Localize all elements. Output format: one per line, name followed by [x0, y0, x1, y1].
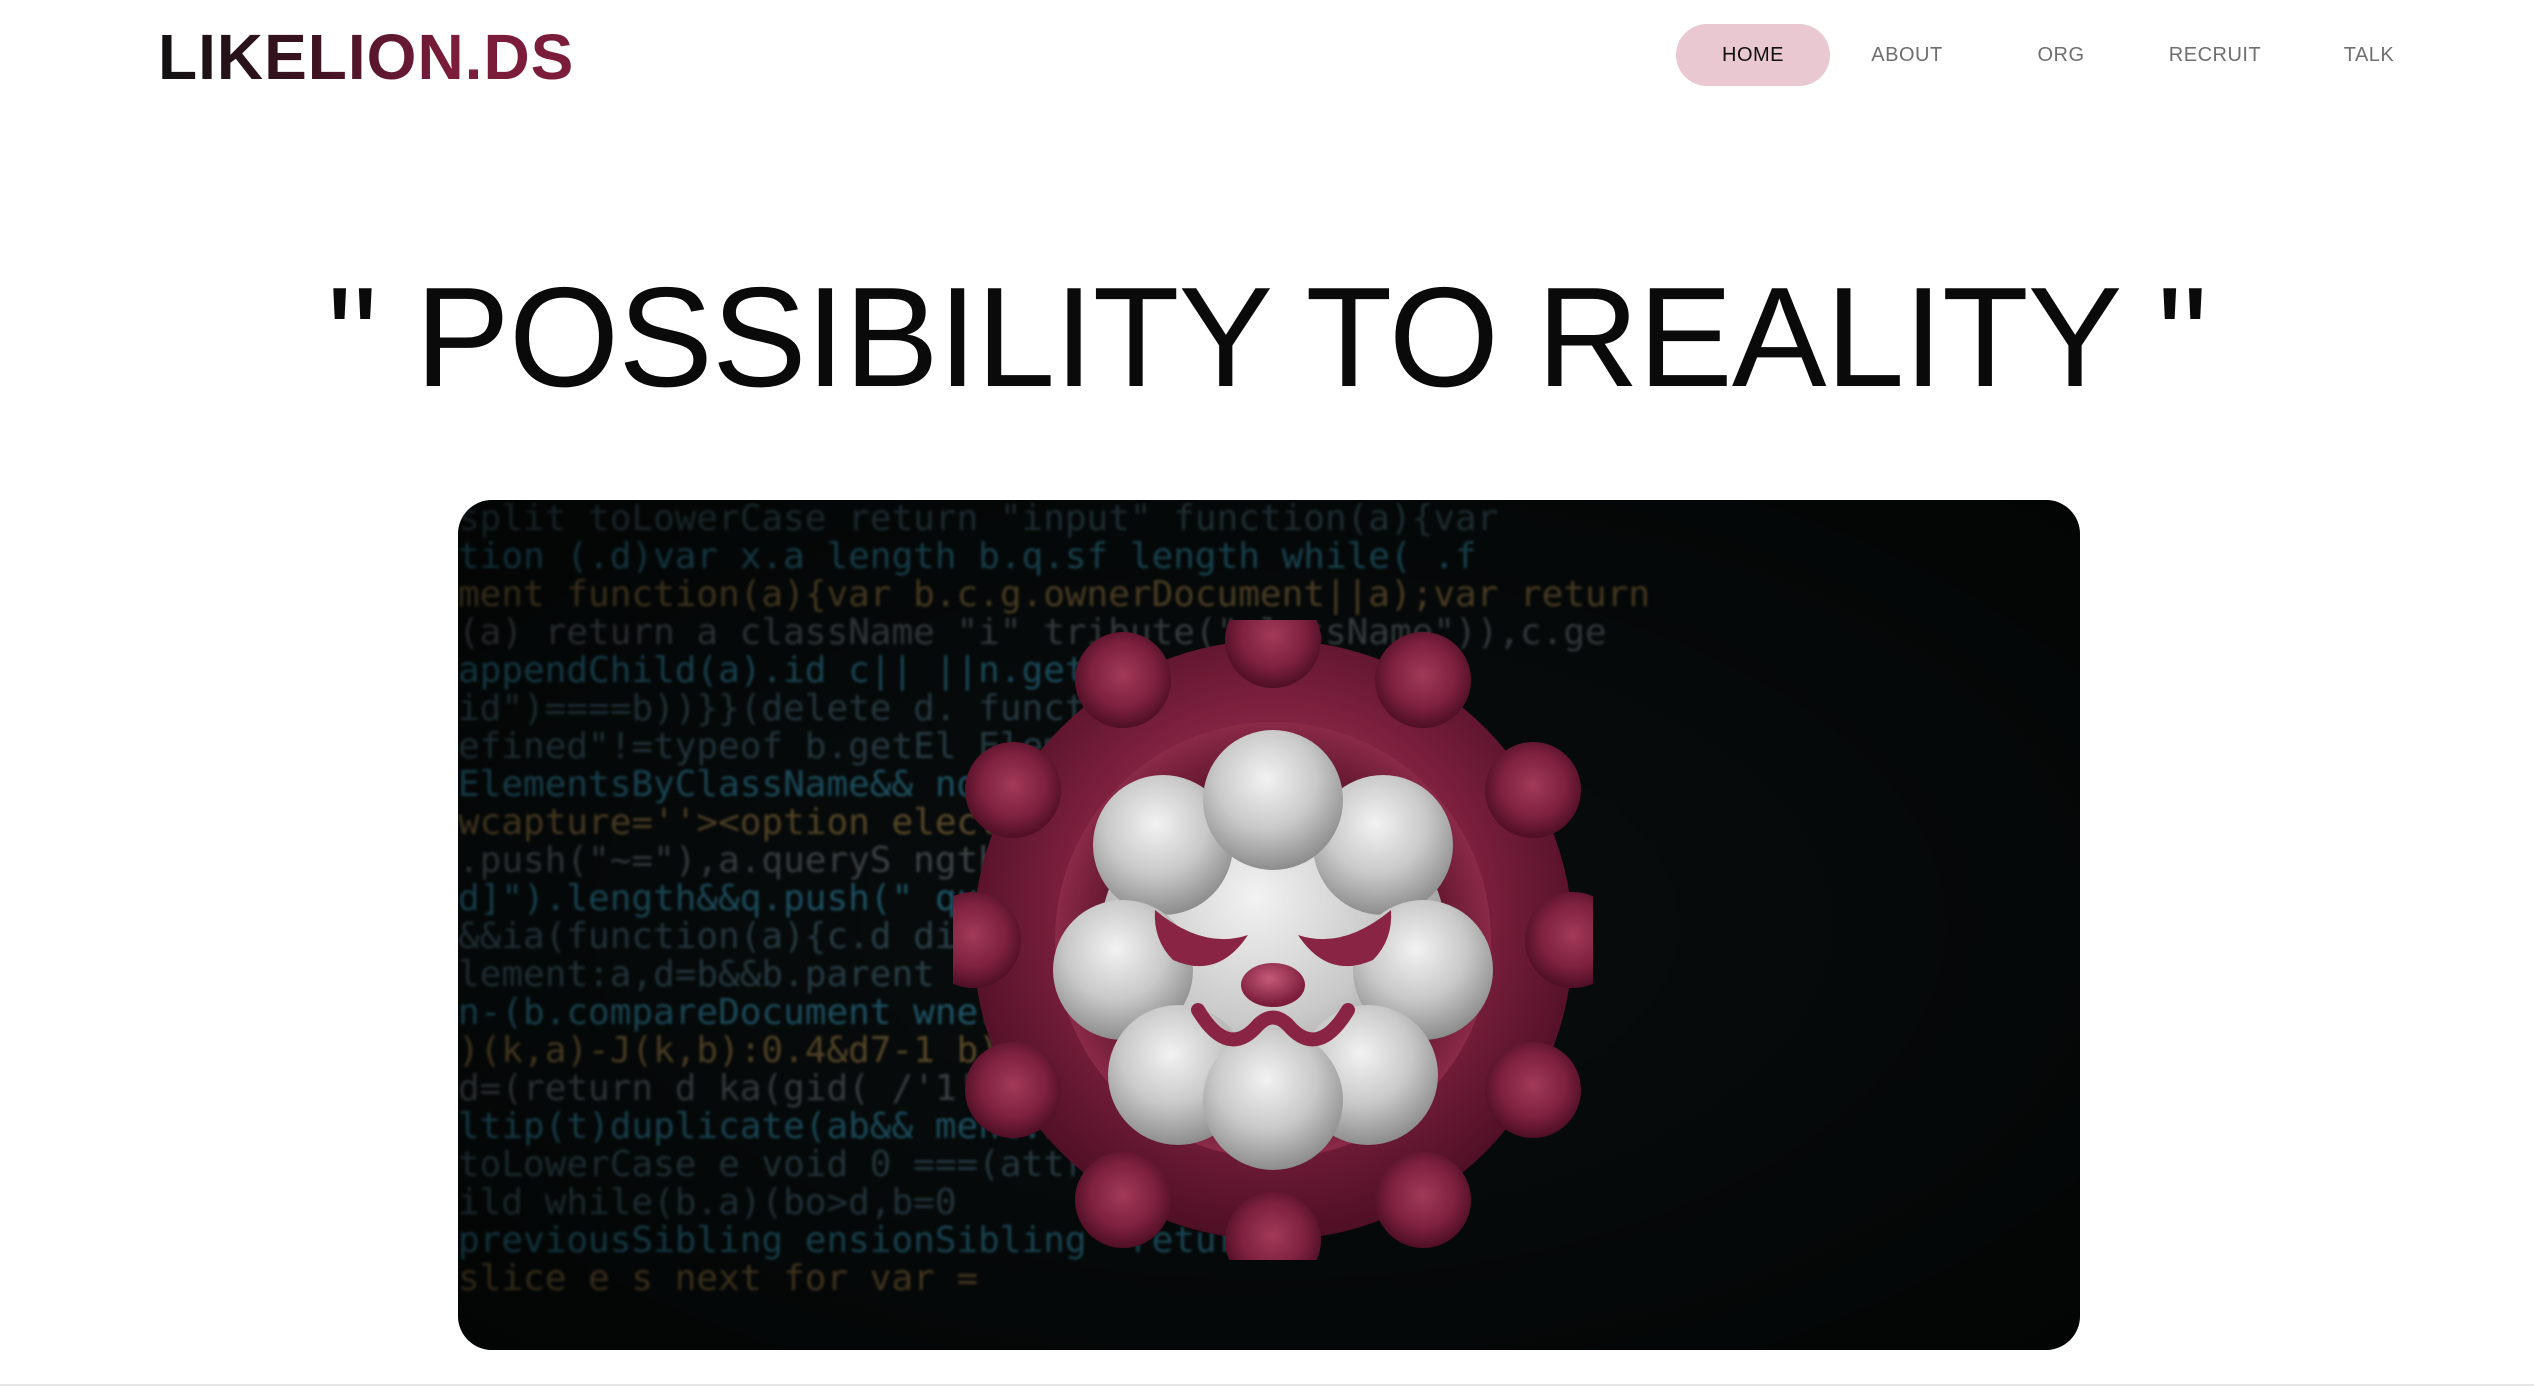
- top-nav: HOME ABOUT ORG RECRUIT TALK: [1676, 24, 2446, 86]
- site-logo[interactable]: LIKELION.DS: [158, 22, 574, 92]
- divider: [0, 1384, 2534, 1386]
- nav-recruit[interactable]: RECRUIT: [2138, 24, 2292, 86]
- hero-image: split toLowerCase return "input" functio…: [458, 500, 2080, 1350]
- nav-talk[interactable]: TALK: [2292, 24, 2446, 86]
- lion-mascot-icon: [953, 620, 1593, 1260]
- hero-headline: " POSSIBILITY TO REALITY ": [327, 258, 2208, 417]
- nav-org[interactable]: ORG: [1984, 24, 2138, 86]
- page: LIKELION.DS HOME ABOUT ORG RECRUIT TALK …: [0, 0, 2534, 1388]
- nav-home[interactable]: HOME: [1676, 24, 1830, 86]
- nav-about[interactable]: ABOUT: [1830, 24, 1984, 86]
